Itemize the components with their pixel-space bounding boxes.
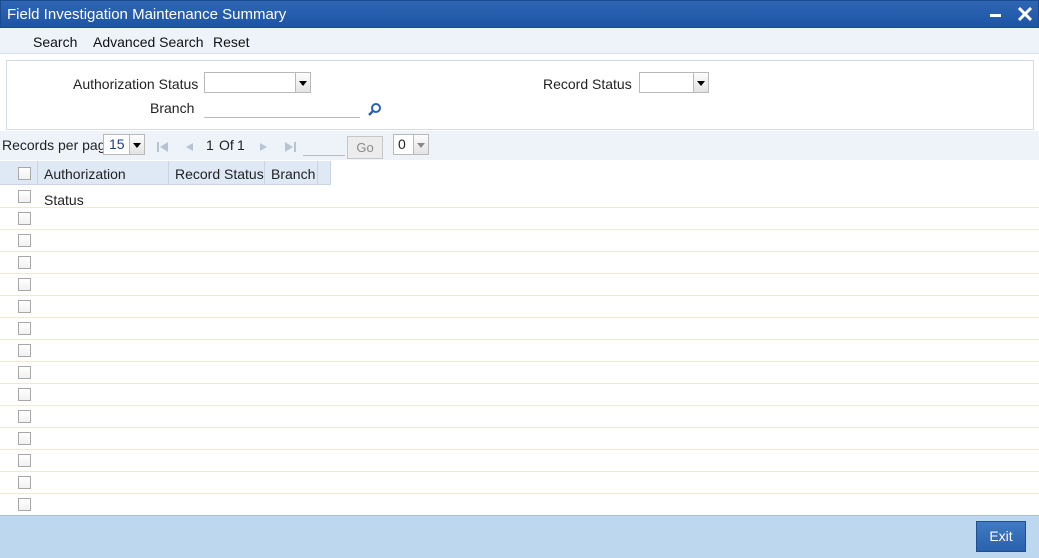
first-page-icon[interactable] [156,140,170,154]
search-lov-icon[interactable] [367,102,383,118]
table-row[interactable] [0,428,1039,450]
row-checkbox[interactable] [18,476,31,489]
row-checkbox[interactable] [18,278,31,291]
authorization-status-label: Authorization Status [73,76,199,92]
dropdown-arrow-icon [693,73,708,92]
branch-label: Branch [150,100,195,116]
row-checkbox[interactable] [18,366,31,379]
table-row[interactable] [0,296,1039,318]
exit-button[interactable]: Exit [976,521,1026,552]
table-row[interactable] [0,494,1039,516]
record-status-select[interactable] [639,72,709,93]
row-checkbox[interactable] [18,190,31,203]
column-header-authorization-status[interactable]: Authorization Status [38,161,169,208]
menu-bar: Search Advanced Search Reset [0,28,1039,54]
row-checkbox[interactable] [18,322,31,335]
row-checkbox[interactable] [18,454,31,467]
window-title: Field Investigation Maintenance Summary [7,6,287,23]
records-per-page-label: Records per page [2,137,114,153]
records-per-page-select[interactable]: 15 [103,134,145,155]
table-row[interactable] [0,384,1039,406]
table-row[interactable] [0,362,1039,384]
close-icon[interactable] [1015,4,1035,24]
row-checkbox[interactable] [18,300,31,313]
row-checkbox[interactable] [18,256,31,269]
row-checkbox[interactable] [18,410,31,423]
branch-input[interactable] [204,98,360,118]
column-header-filler [318,161,331,185]
table-row[interactable] [0,274,1039,296]
table-row[interactable] [0,472,1039,494]
next-page-icon[interactable] [256,140,270,154]
current-page: 1 [206,137,214,153]
authorization-status-select[interactable] [204,72,311,93]
table-row[interactable] [0,208,1039,230]
minimize-icon[interactable] [986,4,1006,24]
table-row[interactable] [0,406,1039,428]
row-checkbox[interactable] [18,388,31,401]
page-of-label: Of [219,137,234,153]
table-row[interactable] [0,318,1039,340]
table-row[interactable] [0,340,1039,362]
records-per-page-value: 15 [109,136,125,152]
row-checkbox[interactable] [18,498,31,511]
goto-page-input[interactable] [303,136,345,156]
row-checkbox[interactable] [18,234,31,247]
row-checkbox[interactable] [18,212,31,225]
row-checkbox[interactable] [18,344,31,357]
record-status-label: Record Status [543,76,632,92]
total-pages: 1 [237,137,245,153]
zero-select[interactable]: 0 [393,134,429,155]
dropdown-arrow-icon [129,135,144,154]
advanced-search-menu-item[interactable]: Advanced Search [93,34,204,50]
table-row[interactable] [0,252,1039,274]
search-criteria-panel: Authorization Status Record Status Branc… [6,60,1034,130]
footer-bar: Exit [0,515,1039,558]
pagination-bar: Records per page 15 1 Of 1 Go 0 [0,131,1039,160]
title-bar: Field Investigation Maintenance Summary [0,0,1039,28]
row-checkbox[interactable] [18,432,31,445]
select-all-cell [0,161,38,185]
results-grid: Authorization Status Record Status Branc… [0,161,1039,516]
select-all-checkbox[interactable] [18,167,31,180]
last-page-icon[interactable] [283,140,297,154]
dropdown-arrow-icon [295,73,310,92]
column-header-record-status[interactable]: Record Status [169,161,265,185]
zero-select-value: 0 [398,136,406,152]
reset-menu-item[interactable]: Reset [213,34,250,50]
table-row[interactable] [0,450,1039,472]
search-menu-item[interactable]: Search [33,34,77,50]
table-row[interactable] [0,186,1039,208]
go-button[interactable]: Go [347,136,383,159]
grid-header: Authorization Status Record Status Branc… [0,161,331,208]
column-header-branch[interactable]: Branch [265,161,318,185]
table-row[interactable] [0,230,1039,252]
prev-page-icon[interactable] [183,140,197,154]
dropdown-arrow-icon [413,135,428,154]
